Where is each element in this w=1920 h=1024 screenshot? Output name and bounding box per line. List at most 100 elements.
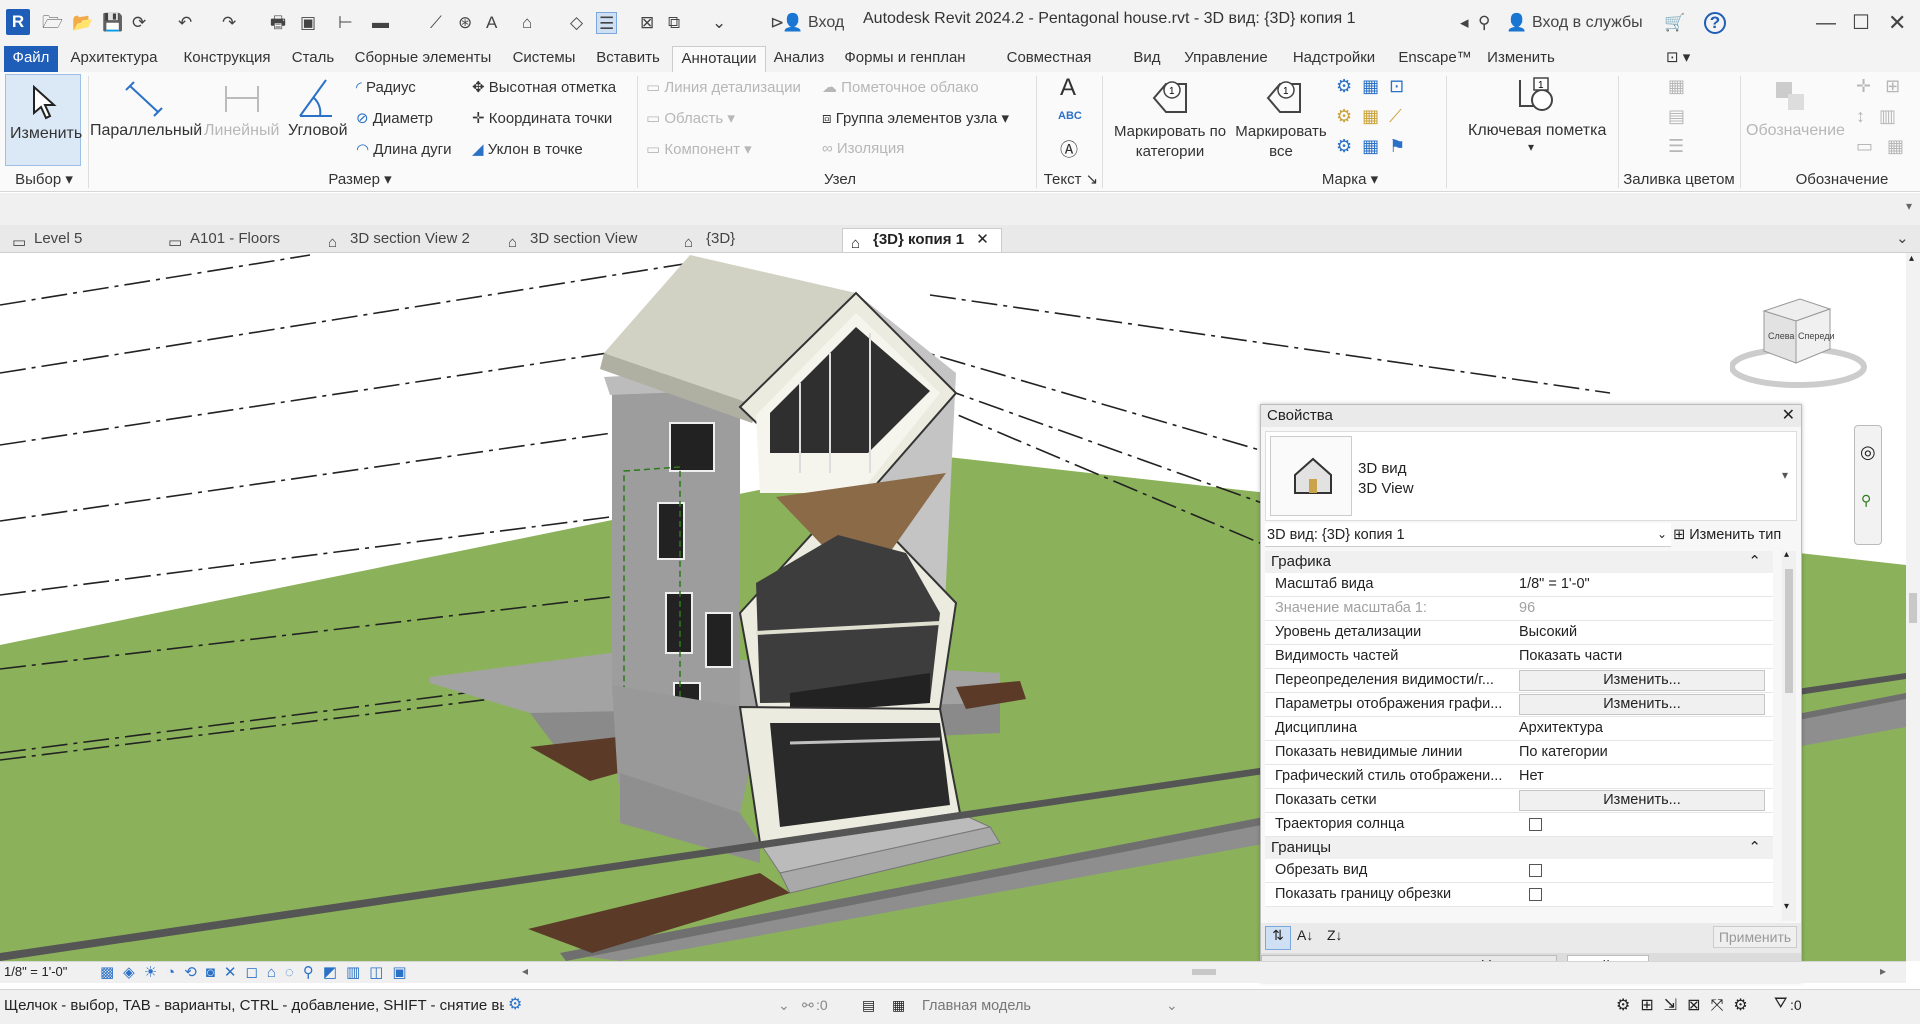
measure-icon[interactable]: ⊢	[338, 12, 353, 34]
view-tab-5[interactable]: ⌂ {3D} копия 1 ✕	[842, 228, 1002, 252]
sort-az-icon[interactable]: A↓	[1297, 927, 1313, 943]
close-hidden-icon[interactable]: ⊠	[640, 12, 654, 34]
revit-logo[interactable]: R	[6, 9, 30, 35]
drawing-vertical-scrollbar[interactable]: ▴	[1906, 253, 1920, 961]
view-cube[interactable]: Слева Спереди	[1729, 287, 1870, 397]
find-replace-icon[interactable]: Ⓐ	[1060, 136, 1078, 162]
ribbon-collapse-icon[interactable]: ▾	[1906, 199, 1912, 213]
collapse-icon[interactable]: ⌃	[1748, 837, 1761, 859]
tag-tools-icons-3[interactable]: ⚙▦⚑	[1336, 136, 1415, 157]
services-login[interactable]: Вход в службы	[1532, 12, 1643, 34]
property-checkbox[interactable]	[1529, 818, 1542, 831]
sync-icon[interactable]: ⟳	[132, 12, 146, 34]
tag-tools-icons[interactable]: ⚙▦⊡	[1336, 76, 1414, 97]
modify-button[interactable]: Изменить	[5, 74, 82, 166]
symbol-button[interactable]: Обозначение	[1746, 122, 1845, 140]
property-checkbox[interactable]	[1529, 888, 1542, 901]
model-dropdown-icon[interactable]: ⌄	[1166, 997, 1178, 1014]
property-row[interactable]: Параметры отображения графи... Изменить..…	[1265, 693, 1773, 717]
spot-slope-button[interactable]: ◢ Уклон в точке	[472, 140, 583, 158]
property-value[interactable]: Показать части	[1519, 648, 1622, 664]
color-fill-legend-icon[interactable]: ▦	[1668, 76, 1685, 97]
menu-tab-0[interactable]: Файл	[4, 46, 58, 72]
scroll-up-icon[interactable]: ▴	[1909, 253, 1914, 264]
type-dropdown-icon[interactable]: ▾	[1782, 468, 1788, 482]
customize-qat-icon[interactable]: ⌄	[712, 12, 726, 34]
property-value[interactable]: Нет	[1519, 768, 1544, 784]
navigation-bar[interactable]: ◎ ⚲	[1854, 425, 1882, 545]
apply-button[interactable]: Применить	[1713, 926, 1797, 948]
scroll-thumb[interactable]	[1909, 593, 1917, 623]
steering-wheel-icon[interactable]: ◎	[1860, 442, 1876, 463]
properties-palette[interactable]: Свойства ✕ 3D вид 3D View ▾ 3D вид: {3D}…	[1260, 404, 1802, 982]
property-edit-button[interactable]: Изменить...	[1519, 670, 1765, 691]
view-tab-0[interactable]: ▭ Level 5	[4, 228, 154, 252]
property-row[interactable]: Значение масштаба 1: 96	[1265, 597, 1773, 621]
collapse-icon[interactable]: ⌃	[1748, 551, 1761, 573]
menu-tab-4[interactable]: Сборные элементы	[342, 46, 504, 72]
login-link[interactable]: Вход	[808, 12, 844, 34]
properties-header[interactable]: Свойства ✕	[1261, 405, 1801, 427]
text-tool-icon[interactable]: A	[1060, 74, 1076, 102]
pipe-legend-icon[interactable]: ☰	[1668, 136, 1684, 157]
arc-length-dim-button[interactable]: ◠ Длина дуги	[356, 140, 451, 158]
menu-tab-12[interactable]: Управление	[1174, 46, 1278, 72]
tag-all-button[interactable]: Маркировать все	[1226, 122, 1336, 162]
parallel-dim-button[interactable]: Параллельный	[90, 122, 202, 140]
duct-legend-icon[interactable]: ▤	[1668, 106, 1685, 127]
print-icon[interactable]: 🖶	[270, 12, 286, 34]
property-row[interactable]: Уровень детализации Высокий	[1265, 621, 1773, 645]
tag-icon[interactable]: ⊛	[458, 12, 472, 34]
hscroll-thumb[interactable]	[1192, 969, 1216, 975]
menu-tab-13[interactable]: Надстройки	[1278, 46, 1390, 72]
prop-scroll-thumb[interactable]	[1785, 569, 1793, 693]
symbol-tools-row2[interactable]: ↕▥	[1856, 106, 1910, 127]
insulation-button[interactable]: ∞ Изоляция	[822, 140, 904, 157]
section-header-1[interactable]: Границы ⌃	[1265, 837, 1773, 859]
view-tab-2[interactable]: ⌂ 3D section View 2	[320, 228, 496, 252]
default-3d-view-icon[interactable]: ⌂	[522, 12, 532, 34]
section-header-0[interactable]: Графика ⌃	[1265, 551, 1773, 573]
menu-tab-14[interactable]: Enscape™	[1390, 46, 1480, 72]
view-control-icons[interactable]: ▩◈☀◔⟲◙✕◻⌂◌⚲◩▥◫▣	[100, 963, 416, 981]
menu-tab-9[interactable]: Формы и генплан	[832, 46, 978, 72]
view-tab-1[interactable]: ▭ A101 - Floors	[160, 228, 316, 252]
arrow-left-icon[interactable]: ◂	[1460, 12, 1469, 34]
close-icon[interactable]: ✕	[1888, 12, 1906, 34]
property-row[interactable]: Масштаб вида 1/8" = 1'-0"	[1265, 573, 1773, 597]
keynote-button[interactable]: Ключевая пометка	[1468, 122, 1606, 140]
thin-lines-icon[interactable]: ⟋	[430, 12, 442, 34]
property-row[interactable]: Переопределения видимости/г... Изменить..…	[1265, 669, 1773, 693]
view-tab-3[interactable]: ⌂ 3D section View	[500, 228, 672, 252]
binoculars-icon[interactable]: ⚲	[1478, 12, 1490, 34]
filter-icon[interactable]: ⛛	[1774, 995, 1787, 1013]
properties-scrollbar[interactable]: ▴ ▾	[1782, 549, 1796, 921]
property-value[interactable]: Архитектура	[1519, 720, 1603, 736]
select-group-label[interactable]: Выбор ▾	[4, 170, 84, 192]
tag-tools-icons-2[interactable]: ⚙▦⟋	[1336, 106, 1412, 127]
angular-dim-button[interactable]: Угловой	[288, 122, 348, 140]
cart-icon[interactable]: 🛒	[1664, 12, 1685, 34]
property-row[interactable]: Дисциплина Архитектура	[1265, 717, 1773, 741]
sort-category-icon[interactable]: ⇅	[1265, 926, 1291, 950]
dimension-group-label[interactable]: Размер ▾	[300, 170, 420, 192]
property-row[interactable]: Показать границу обрезки	[1265, 883, 1773, 907]
switch-windows-icon[interactable]: ⧉	[668, 12, 680, 34]
save-icon[interactable]: 💾	[102, 12, 123, 34]
close-tab-icon[interactable]: ✕	[972, 231, 989, 248]
property-value[interactable]: По категории	[1519, 744, 1608, 760]
section-icon[interactable]: ◇	[570, 12, 583, 34]
view-tab-4[interactable]: ⌂ {3D}	[676, 228, 836, 252]
close-inactive-icon[interactable]: ▣	[300, 12, 316, 34]
workset-dropdown[interactable]: ⌄	[778, 997, 790, 1014]
property-row[interactable]: Графический стиль отображени... Нет	[1265, 765, 1773, 789]
spot-coordinate-button[interactable]: ✛ Координата точки	[472, 109, 612, 127]
worksets-icon[interactable]: ⚯	[802, 997, 814, 1014]
detail-line-button[interactable]: ▭ Линия детализации	[646, 78, 801, 96]
edit-type-button[interactable]: ⊞ Изменить тип	[1673, 527, 1781, 543]
keynote-dropdown-icon[interactable]: ▾	[1528, 140, 1534, 154]
text-icon[interactable]: A	[486, 12, 497, 34]
help-icon[interactable]: ?	[1704, 12, 1726, 34]
menu-tab-15[interactable]: Изменить	[1480, 46, 1562, 72]
type-selector[interactable]: 3D вид 3D View ▾	[1265, 431, 1797, 521]
